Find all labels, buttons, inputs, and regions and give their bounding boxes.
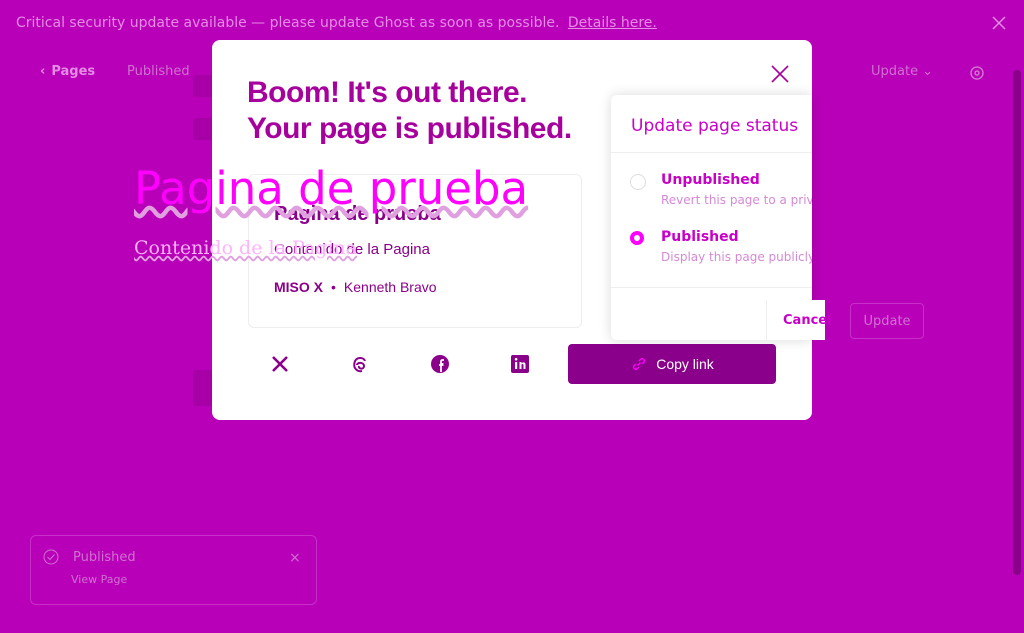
radio-unpublished[interactable] xyxy=(630,174,646,190)
publish-toast: Published View Page × xyxy=(30,535,317,605)
option-unpublished-desc: Revert this page to a private draft xyxy=(661,193,812,207)
toast-close-icon[interactable]: × xyxy=(289,550,301,566)
linkedin-icon[interactable] xyxy=(508,352,532,376)
option-unpublished-label[interactable]: Unpublished xyxy=(661,172,760,188)
preview-meta: MISO X • Kenneth Bravo xyxy=(274,279,437,295)
scrollbar[interactable] xyxy=(1013,70,1021,575)
toast-title: Published xyxy=(73,550,136,565)
update-dropdown[interactable]: Update ⌄ xyxy=(871,64,933,79)
copy-link-button[interactable]: Copy link xyxy=(568,344,776,384)
threads-icon[interactable] xyxy=(348,352,372,376)
radio-published[interactable] xyxy=(630,231,644,245)
close-icon[interactable] xyxy=(990,14,1008,32)
back-label: Pages xyxy=(51,64,96,79)
divider xyxy=(611,287,812,288)
editor-body[interactable]: Contenido de la Pagina xyxy=(134,237,357,259)
back-to-pages-link[interactable]: ‹ Pages xyxy=(40,64,95,79)
cancel-button[interactable]: Cancel xyxy=(783,313,832,328)
editor-title[interactable]: Pagina de prueba xyxy=(134,162,528,215)
check-circle-icon xyxy=(43,549,59,565)
x-twitter-icon[interactable] xyxy=(268,352,292,376)
security-banner: Critical security update available — ple… xyxy=(16,15,657,31)
facebook-icon[interactable] xyxy=(428,352,452,376)
modal-headline-2: Your page is published. xyxy=(247,112,572,145)
post-status-label: Published xyxy=(127,64,190,79)
chevron-down-icon: ⌄ xyxy=(922,64,933,79)
option-published-desc: Display this page publicly xyxy=(661,250,812,264)
banner-details-link[interactable]: Details here. xyxy=(568,15,657,31)
banner-message: Critical security update available — ple… xyxy=(16,15,560,31)
preview-site: MISO X xyxy=(274,279,324,295)
gear-icon[interactable] xyxy=(968,64,986,82)
update-button[interactable]: Update xyxy=(850,303,924,339)
copy-link-label: Copy link xyxy=(656,356,714,372)
modal-headline-1: Boom! It's out there. xyxy=(247,76,527,109)
chevron-left-icon: ‹ xyxy=(40,64,46,79)
divider xyxy=(611,152,812,153)
option-published-label[interactable]: Published xyxy=(661,229,739,245)
toast-view-link[interactable]: View Page xyxy=(71,573,127,586)
update-label: Update xyxy=(871,64,919,79)
link-icon xyxy=(633,357,646,371)
popover-title: Update page status xyxy=(631,116,799,136)
close-icon[interactable] xyxy=(770,64,790,84)
preview-author: Kenneth Bravo xyxy=(343,279,437,295)
bullet-separator: • xyxy=(331,279,336,295)
